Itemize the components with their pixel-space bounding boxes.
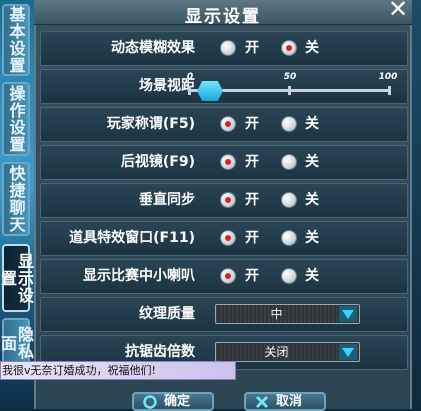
item-effects-off-radio[interactable] <box>281 230 297 246</box>
setting-label: 纹理质量 <box>139 306 195 322</box>
tab-basic-settings[interactable]: 基本设置 <box>2 4 30 76</box>
setting-vsync: 垂直同步 开 关 <box>40 183 408 218</box>
setting-item-effects: 道具特效窗口(F11) 开 关 <box>40 221 408 256</box>
setting-speaker: 显示比赛中小喇叭 开 关 <box>40 259 408 294</box>
chat-ticker: 我很v无奈订婚成功，祝福他们! <box>0 361 236 380</box>
confirm-label: 确定 <box>164 394 191 409</box>
cancel-button[interactable]: 取消 <box>244 392 326 411</box>
setting-rear-mirror: 后视镜(F9) 开 关 <box>40 145 408 180</box>
player-title-on-radio[interactable] <box>220 116 236 132</box>
setting-label: 道具特效窗口(F11) <box>69 230 195 246</box>
rear-mirror-off-radio[interactable] <box>281 154 297 170</box>
setting-texture-quality: 纹理质量 中 <box>40 297 408 332</box>
setting-view-distance: 场景视距 0 50 100 <box>40 69 408 104</box>
confirm-button[interactable]: 确定 <box>132 392 214 411</box>
cancel-label: 取消 <box>276 394 303 409</box>
settings-list: 动态模糊效果 开 关 场景视距 0 50 100 玩家称谓(F5) 开 关 后视… <box>40 31 408 370</box>
option-off-label: 关 <box>305 154 319 170</box>
speaker-off-radio[interactable] <box>281 268 297 284</box>
setting-label: 显示比赛中小喇叭 <box>83 268 195 284</box>
rear-mirror-on-radio[interactable] <box>220 154 236 170</box>
window-title: 显示设置 <box>185 7 261 27</box>
option-off-label: 关 <box>305 40 319 56</box>
chevron-down-icon[interactable] <box>339 344 357 360</box>
tab-quick-chat[interactable]: 快捷聊天 <box>2 162 30 236</box>
chevron-down-icon[interactable] <box>339 306 357 322</box>
setting-label: 后视镜(F9) <box>120 154 195 170</box>
option-on-label: 开 <box>245 230 259 246</box>
player-title-off-radio[interactable] <box>281 116 297 132</box>
option-on-label: 开 <box>245 192 259 208</box>
option-on-label: 开 <box>245 40 259 56</box>
item-effects-on-radio[interactable] <box>220 230 236 246</box>
cancel-icon <box>255 395 269 409</box>
slider-mid-label: 50 <box>283 72 297 82</box>
option-on-label: 开 <box>245 268 259 284</box>
setting-motion-blur: 动态模糊效果 开 关 <box>40 31 408 66</box>
option-off-label: 关 <box>305 116 319 132</box>
setting-label: 垂直同步 <box>139 192 195 208</box>
slider-tick <box>388 86 391 95</box>
option-off-label: 关 <box>305 268 319 284</box>
speaker-on-radio[interactable] <box>220 268 236 284</box>
option-off-label: 关 <box>305 230 319 246</box>
vsync-off-radio[interactable] <box>281 192 297 208</box>
vsync-on-radio[interactable] <box>220 192 236 208</box>
tab-display-settings[interactable]: 显示设置 <box>0 244 34 312</box>
setting-player-title: 玩家称谓(F5) 开 关 <box>40 107 408 142</box>
slider-tick <box>188 86 191 95</box>
option-on-label: 开 <box>245 154 259 170</box>
confirm-icon <box>143 395 157 409</box>
option-off-label: 关 <box>305 192 319 208</box>
slider-tick <box>288 86 291 95</box>
option-on-label: 开 <box>245 116 259 132</box>
slider-min-label: 0 <box>186 72 194 82</box>
motion-blur-off-radio[interactable] <box>281 40 297 56</box>
title-bar: 显示设置 <box>34 0 412 27</box>
close-icon[interactable]: ✕ <box>387 0 409 21</box>
setting-label: 玩家称谓(F5) <box>106 116 195 132</box>
view-distance-slider-knob[interactable] <box>197 81 223 101</box>
setting-label: 动态模糊效果 <box>111 40 195 56</box>
dropdown-value: 关闭 <box>264 345 289 359</box>
tab-control-settings[interactable]: 操作设置 <box>2 82 30 156</box>
motion-blur-on-radio[interactable] <box>220 40 236 56</box>
texture-quality-dropdown[interactable]: 中 <box>215 304 360 324</box>
slider-max-label: 100 <box>378 72 398 82</box>
dropdown-value: 中 <box>270 307 283 321</box>
anti-aliasing-dropdown[interactable]: 关闭 <box>215 342 360 362</box>
